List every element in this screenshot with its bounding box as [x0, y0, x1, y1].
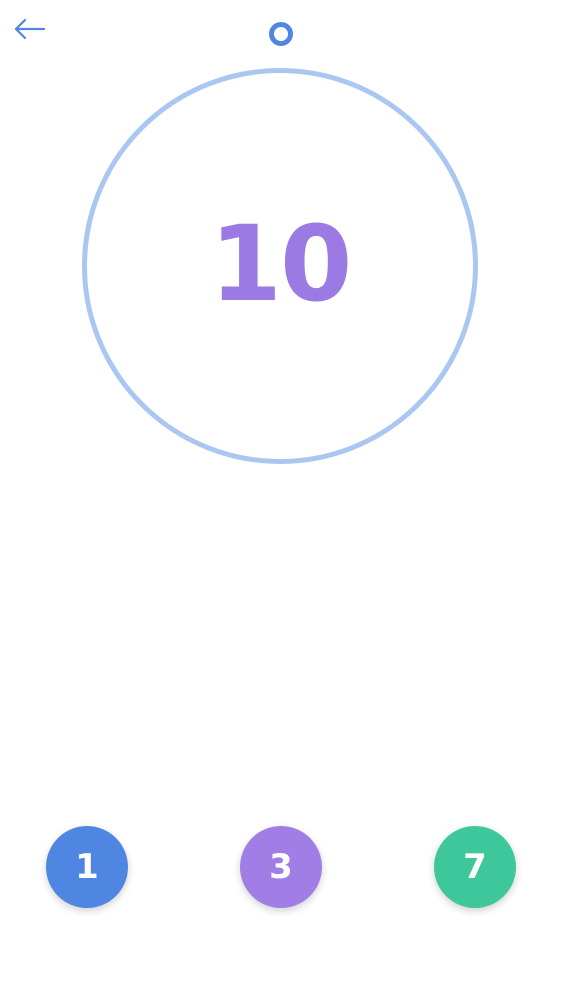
option-label: 3: [269, 847, 293, 887]
option-button-7[interactable]: 7: [434, 826, 516, 908]
target-circle: 10: [82, 68, 478, 464]
progress-indicator-icon: [269, 22, 293, 46]
answer-options: 1 3 7: [0, 826, 563, 910]
option-label: 1: [75, 847, 99, 887]
option-label: 7: [463, 847, 487, 887]
option-button-3[interactable]: 3: [240, 826, 322, 908]
option-button-1[interactable]: 1: [46, 826, 128, 908]
arrow-left-icon: [14, 18, 46, 40]
back-button[interactable]: [12, 14, 48, 44]
target-number: 10: [209, 203, 353, 325]
